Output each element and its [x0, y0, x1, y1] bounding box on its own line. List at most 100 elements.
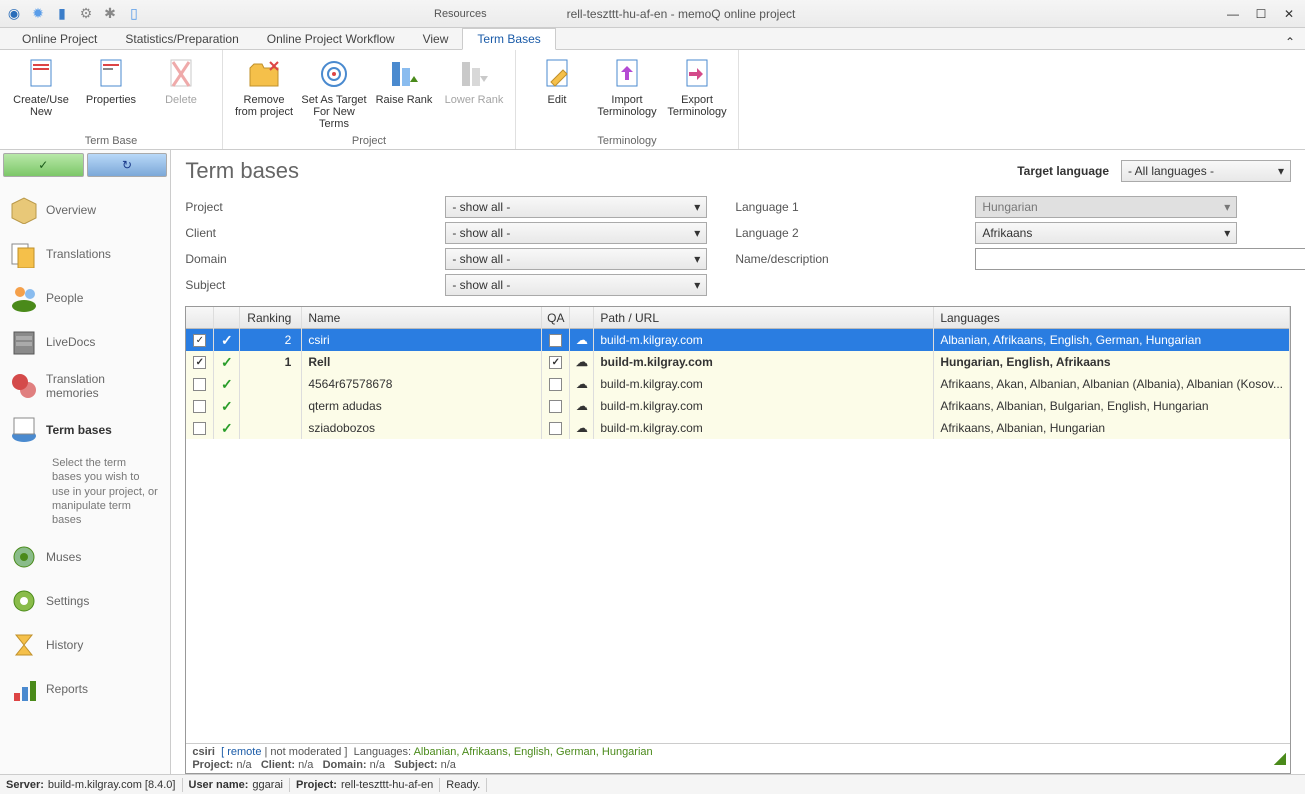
row-qa-checkbox[interactable]	[549, 422, 562, 435]
tab-online-project-workflow[interactable]: Online Project Workflow	[253, 29, 409, 49]
status-bar: Server: build-m.kilgray.com [8.4.0] User…	[0, 774, 1305, 794]
row-qa-checkbox[interactable]	[549, 400, 562, 413]
ribbon-tabs-bar: Online Project Statistics/Preparation On…	[0, 28, 1305, 50]
details-domain-label: Domain:	[323, 759, 367, 771]
raise-rank-button[interactable]: Raise Rank	[369, 54, 439, 133]
table-body: ✓✓2csiri☁build-m.kilgray.comAlbanian, Af…	[186, 329, 1290, 743]
status-user-label: User name:	[189, 779, 249, 791]
table-row[interactable]: ✓✓2csiri☁build-m.kilgray.comAlbanian, Af…	[186, 329, 1290, 351]
edit-icon	[541, 58, 573, 90]
tab-view[interactable]: View	[409, 29, 463, 49]
row-rank	[240, 417, 302, 439]
close-button[interactable]: ✕	[1277, 4, 1301, 24]
row-languages: Albanian, Afrikaans, English, German, Hu…	[934, 329, 1290, 351]
confirm-button[interactable]: ✓	[3, 153, 84, 177]
row-qa-checkbox[interactable]	[549, 378, 562, 391]
create-use-new-button[interactable]: Create/Use New	[6, 54, 76, 133]
row-rank: 1	[240, 351, 302, 373]
filter-subject-dropdown[interactable]: - show all -▾	[445, 274, 707, 296]
filter-language2-dropdown[interactable]: Afrikaans▾	[975, 222, 1237, 244]
table-row[interactable]: ✓sziadobozos☁build-m.kilgray.comAfrikaan…	[186, 417, 1290, 439]
properties-button[interactable]: Properties	[76, 54, 146, 133]
tab-statistics-preparation[interactable]: Statistics/Preparation	[111, 29, 252, 49]
filter-domain-dropdown[interactable]: - show all -▾	[445, 248, 707, 270]
row-name: csiri	[302, 329, 542, 351]
table-row[interactable]: ✓✓1Rell✓☁build-m.kilgray.comHungarian, E…	[186, 351, 1290, 373]
filter-name-desc-input[interactable]	[975, 248, 1305, 270]
refresh-button[interactable]: ↻	[87, 153, 168, 177]
edit-button[interactable]: Edit	[522, 54, 592, 133]
filter-language2-label: Language 2	[715, 226, 975, 240]
sidebar-item-translation-memories[interactable]: Translation memories	[4, 364, 166, 408]
remove-from-project-button[interactable]: Remove from project	[229, 54, 299, 133]
tb-icon	[10, 416, 38, 444]
content: Term bases Target language - All languag…	[171, 150, 1305, 774]
tab-term-bases[interactable]: Term Bases	[462, 28, 555, 50]
filter-project-dropdown[interactable]: - show all -▾	[445, 196, 707, 218]
title-bar: ◉ ✹ ▮ ⚙ ✱ ▯ Resources rell-teszttt-hu-af…	[0, 0, 1305, 28]
sidebar-item-overview[interactable]: Overview	[4, 188, 166, 232]
sidebar-item-reports[interactable]: Reports	[4, 667, 166, 711]
set-as-target-button[interactable]: Set As Target For New Terms	[299, 54, 369, 133]
row-checkbox[interactable]	[193, 378, 206, 391]
chevron-down-icon: ▾	[1278, 164, 1284, 178]
row-languages: Afrikaans, Akan, Albanian, Albanian (Alb…	[934, 373, 1290, 395]
filter-project-label: Project	[185, 200, 445, 214]
lower-rank-icon	[458, 58, 490, 90]
muses-icon	[10, 543, 38, 571]
sidebar-item-livedocs[interactable]: LiveDocs	[4, 320, 166, 364]
row-checkbox[interactable]: ✓	[193, 356, 206, 369]
cabinet-icon	[10, 328, 38, 356]
export-icon	[681, 58, 713, 90]
puzzle-icon[interactable]: ✱	[100, 4, 120, 24]
document-icon[interactable]: ▯	[124, 4, 144, 24]
target-language-dropdown[interactable]: - All languages -▾	[1121, 160, 1291, 182]
column-location-icon[interactable]	[570, 307, 594, 329]
row-path: build-m.kilgray.com	[594, 417, 934, 439]
sidebar-item-muses[interactable]: Muses	[4, 535, 166, 579]
row-qa-checkbox[interactable]: ✓	[549, 356, 562, 369]
maximize-button[interactable]: ☐	[1249, 4, 1273, 24]
tab-online-project[interactable]: Online Project	[8, 29, 111, 49]
export-terminology-button[interactable]: Export Terminology	[662, 54, 732, 133]
gear-icon[interactable]: ✹	[28, 4, 48, 24]
import-terminology-button[interactable]: Import Terminology	[592, 54, 662, 133]
details-bar: csiri [ remote | not moderated ] Languag…	[186, 743, 1290, 773]
ribbon-group-label: Project	[229, 133, 509, 147]
nav-items: Overview Translations People LiveDocs Tr…	[0, 180, 170, 719]
row-checkbox[interactable]: ✓	[193, 334, 206, 347]
column-status[interactable]	[214, 307, 240, 329]
notebook-icon[interactable]: ▮	[52, 4, 72, 24]
table-row[interactable]: ✓qterm adudas☁build-m.kilgray.comAfrikaa…	[186, 395, 1290, 417]
column-qa[interactable]: QA	[542, 307, 570, 329]
status-project-label: Project:	[296, 779, 337, 791]
column-name[interactable]: Name	[302, 307, 542, 329]
column-path[interactable]: Path / URL	[594, 307, 934, 329]
row-checkbox[interactable]	[193, 422, 206, 435]
minimize-button[interactable]: —	[1221, 4, 1245, 24]
quick-access-toolbar: ◉ ✹ ▮ ⚙ ✱ ▯	[4, 4, 144, 24]
sidebar-item-term-bases[interactable]: Term bases	[4, 408, 166, 452]
settings-icon[interactable]: ⚙	[76, 4, 96, 24]
column-ranking[interactable]: Ranking	[240, 307, 302, 329]
sidebar-item-history[interactable]: History	[4, 623, 166, 667]
filter-client-dropdown[interactable]: - show all -▾	[445, 222, 707, 244]
row-qa-checkbox[interactable]	[549, 334, 562, 347]
sidebar-item-people[interactable]: People	[4, 276, 166, 320]
column-languages[interactable]: Languages	[934, 307, 1290, 329]
back-icon[interactable]: ◉	[4, 4, 24, 24]
table-row[interactable]: ✓4564r67578678☁build-m.kilgray.comAfrika…	[186, 373, 1290, 395]
sidebar-item-translations[interactable]: Translations	[4, 232, 166, 276]
row-name: 4564r67578678	[302, 373, 542, 395]
column-checkbox[interactable]	[186, 307, 214, 329]
row-checkbox[interactable]	[193, 400, 206, 413]
sidebar-item-settings[interactable]: Settings	[4, 579, 166, 623]
row-languages: Hungarian, English, Afrikaans	[934, 351, 1290, 373]
check-icon: ✓	[221, 376, 233, 393]
resize-grip-icon[interactable]: ◢	[1274, 748, 1286, 768]
row-languages: Afrikaans, Albanian, Bulgarian, English,…	[934, 395, 1290, 417]
cloud-icon: ☁	[576, 421, 588, 435]
ribbon-group-label: Term Base	[6, 133, 216, 147]
delete-button: Delete	[146, 54, 216, 133]
ribbon-collapse-icon[interactable]: ⌃	[1275, 35, 1305, 49]
